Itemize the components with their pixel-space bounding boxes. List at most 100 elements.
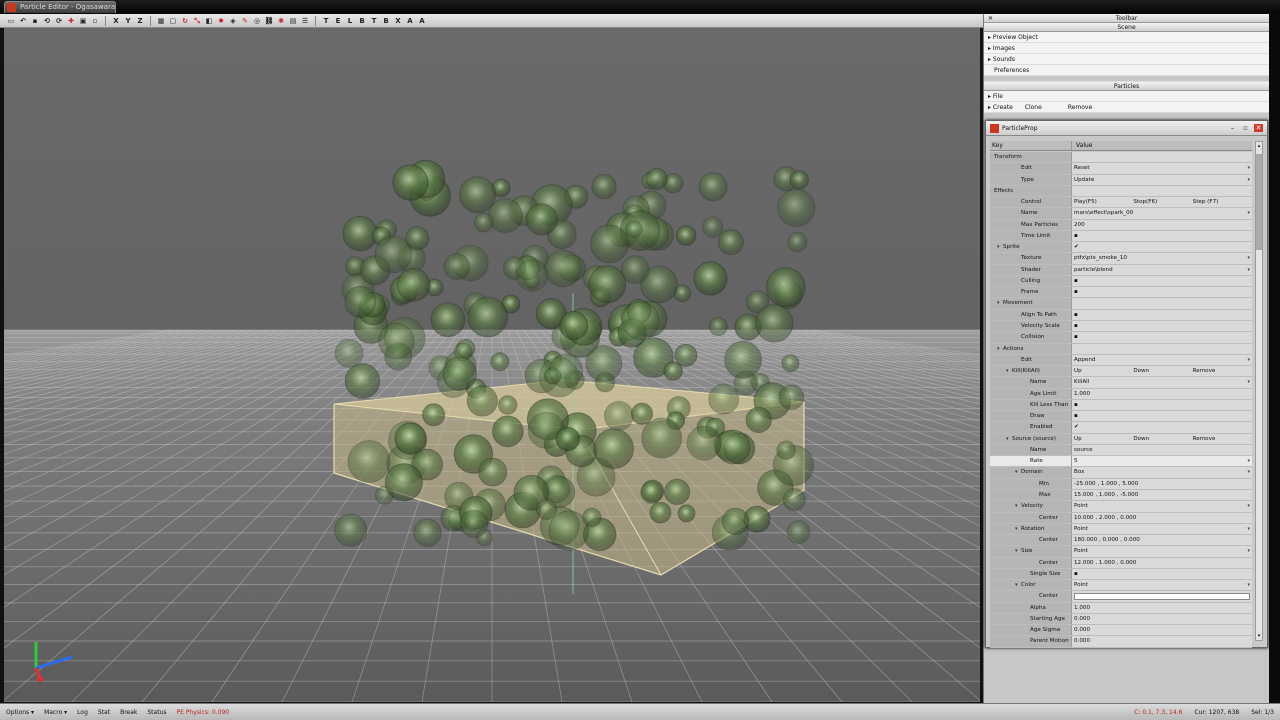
dropdown-icon[interactable]: ▾ [1247,456,1250,466]
prop-value-text[interactable]: mars\effect\spark_00 [1074,208,1252,218]
scene-panel-header[interactable]: Scene [984,23,1269,32]
dropdown-icon[interactable]: ▾ [1247,377,1250,387]
toggle-t2-button[interactable]: T [369,16,379,26]
prop-value-text[interactable]: Play(F5) [1074,197,1133,207]
light-icon[interactable]: ✹ [216,16,226,26]
axis-y-button[interactable]: Y [123,16,133,26]
3d-viewport[interactable] [4,28,980,702]
dropdown-icon[interactable]: ▾ [1247,208,1250,218]
prop-value[interactable]: ▪ [1072,332,1252,343]
save-icon[interactable]: ▪ [30,16,40,26]
prop-value[interactable]: ▪ [1072,411,1252,422]
prop-value-text[interactable]: Down [1133,366,1192,376]
prop-row[interactable]: Texture ptfx\ptx_smoke_10 ▾ [990,253,1252,265]
prop-value[interactable]: ▪ [1072,309,1252,320]
scene-item-sounds[interactable]: ▸ Sounds [984,54,1269,65]
prop-row[interactable]: Center [990,591,1252,603]
prop-value-text[interactable]: ▪ [1074,321,1252,331]
prop-row[interactable]: ▾ Sprite ✔ [990,242,1252,254]
color-swatch[interactable] [1074,593,1250,601]
create-button[interactable]: Create [993,104,1013,111]
dropdown-icon[interactable]: ▾ [1247,580,1250,590]
prop-value[interactable]: Reset ▾ [1072,163,1252,174]
prop-row[interactable]: Align To Path ▪ [990,309,1252,321]
prop-row[interactable]: ▾ Actions [990,343,1252,355]
select-icon[interactable]: ▫ [90,16,100,26]
prop-value[interactable] [1072,343,1252,354]
prop-value-text[interactable]: Step (F7) [1193,197,1252,207]
move-icon[interactable]: ✚ [66,16,76,26]
dropdown-icon[interactable]: ▾ [1247,265,1250,275]
prop-value-text[interactable]: 1.000 [1074,389,1252,399]
prop-value-text[interactable]: ✔ [1074,242,1252,252]
prop-value-text[interactable]: ▪ [1074,310,1252,320]
prop-value-text[interactable]: Remove [1193,366,1252,376]
prop-value[interactable]: 200 [1072,219,1252,230]
prop-row[interactable]: ▾ Source (source) Up Down Remove [990,433,1252,445]
prop-row[interactable]: Edit Append ▾ [990,354,1252,367]
prop-value-text[interactable]: 1.000 [1074,603,1252,613]
prop-row[interactable]: Culling ▪ [990,275,1252,288]
prop-row[interactable]: Enabled ✔ [990,422,1252,434]
status-button[interactable]: Status [147,709,166,716]
prop-value-text[interactable]: 5 [1074,456,1252,466]
prop-value-text[interactable]: Up [1074,434,1133,444]
scroll-thumb[interactable] [1256,154,1262,250]
prop-value[interactable]: KillAll ▾ [1072,377,1252,388]
prop-value-text[interactable]: ▪ [1074,231,1252,241]
prop-value-text[interactable]: Down [1133,434,1192,444]
prop-row[interactable]: ▾ Kill(KillAll) Up Down Remove [990,366,1252,378]
expand-toggle-icon[interactable]: ▾ [1015,580,1018,590]
cube-icon[interactable]: ▣ [78,16,88,26]
expand-toggle-icon[interactable]: ▾ [997,344,1000,354]
prop-row[interactable]: Edit Reset ▾ [990,163,1252,175]
expand-toggle-icon[interactable]: ▾ [997,298,1000,308]
prop-row[interactable]: Alpha 1.000 [990,602,1252,614]
prop-value-text[interactable]: Box [1074,467,1252,477]
toggle-b-button[interactable]: B [357,16,367,26]
prop-value-text[interactable]: -25.000 , 1.000 , 5.000 [1074,479,1252,489]
dropdown-icon[interactable]: ▾ [1247,467,1250,477]
scroll-down-icon[interactable]: ▾ [1256,632,1262,640]
prop-row[interactable]: ▾Effects [990,185,1252,198]
prop-value-text[interactable]: particle\blend [1074,265,1252,275]
prop-value[interactable]: ptfx\ptx_smoke_10 ▾ [1072,253,1252,264]
prop-value[interactable] [1072,152,1252,163]
prop-value-text[interactable]: Point [1074,580,1252,590]
prop-value[interactable] [1072,185,1252,197]
dropdown-icon[interactable]: ▾ [1247,355,1250,365]
prop-value[interactable]: Append ▾ [1072,354,1252,366]
prop-row[interactable]: Center 10.000 , 2.000 , 0.000 [990,512,1252,524]
prop-row[interactable]: ▾ Domain Box ▾ [990,467,1252,479]
prop-row[interactable]: Collision ▪ [990,332,1252,344]
frame-icon[interactable]: ▢ [168,16,178,26]
prop-value-text[interactable]: Stop(F6) [1133,197,1192,207]
prop-row[interactable]: Center 12.000 , 1.000 , 0.000 [990,557,1252,569]
prop-value[interactable]: Up Down Remove [1072,433,1252,444]
prop-value-text[interactable]: Append [1074,355,1252,365]
prop-row[interactable]: Starting Age 0.000 [990,613,1252,626]
expand-toggle-icon[interactable]: ▾ [1015,524,1018,534]
particle-icon[interactable]: ✺ [276,16,286,26]
macro-menu[interactable]: Macro ▾ [44,709,67,716]
prop-row[interactable]: ▾ Velocity Point ▾ [990,501,1252,513]
prop-value-text[interactable]: Up [1074,366,1133,376]
prop-value[interactable]: 1.000 [1072,602,1252,613]
prop-value[interactable]: 0.000 [1072,613,1252,625]
scale-icon[interactable]: ⤡ [192,16,202,26]
undo-icon[interactable]: ⟲ [42,16,52,26]
prop-value-text[interactable]: ▪ [1074,276,1252,286]
remove-button[interactable]: Remove [1068,102,1092,113]
prop-value-text[interactable]: ▪ [1074,400,1252,410]
dropdown-icon[interactable]: ▾ [1247,163,1250,173]
prop-value-text[interactable]: KillAll [1074,377,1252,387]
prop-row[interactable]: Age Sigma 0.000 [990,625,1252,637]
prop-value-text[interactable]: Remove [1193,434,1252,444]
prop-value[interactable]: ▪ [1072,230,1252,242]
toggle-b2-button[interactable]: B [381,16,391,26]
prop-value[interactable]: -25.000 , 1.000 , 5.000 [1072,478,1252,489]
expand-toggle-icon[interactable]: ▾ [1015,546,1018,556]
prop-value[interactable]: source [1072,444,1252,456]
redo-icon[interactable]: ⟳ [54,16,64,26]
snap-icon[interactable]: ◈ [228,16,238,26]
